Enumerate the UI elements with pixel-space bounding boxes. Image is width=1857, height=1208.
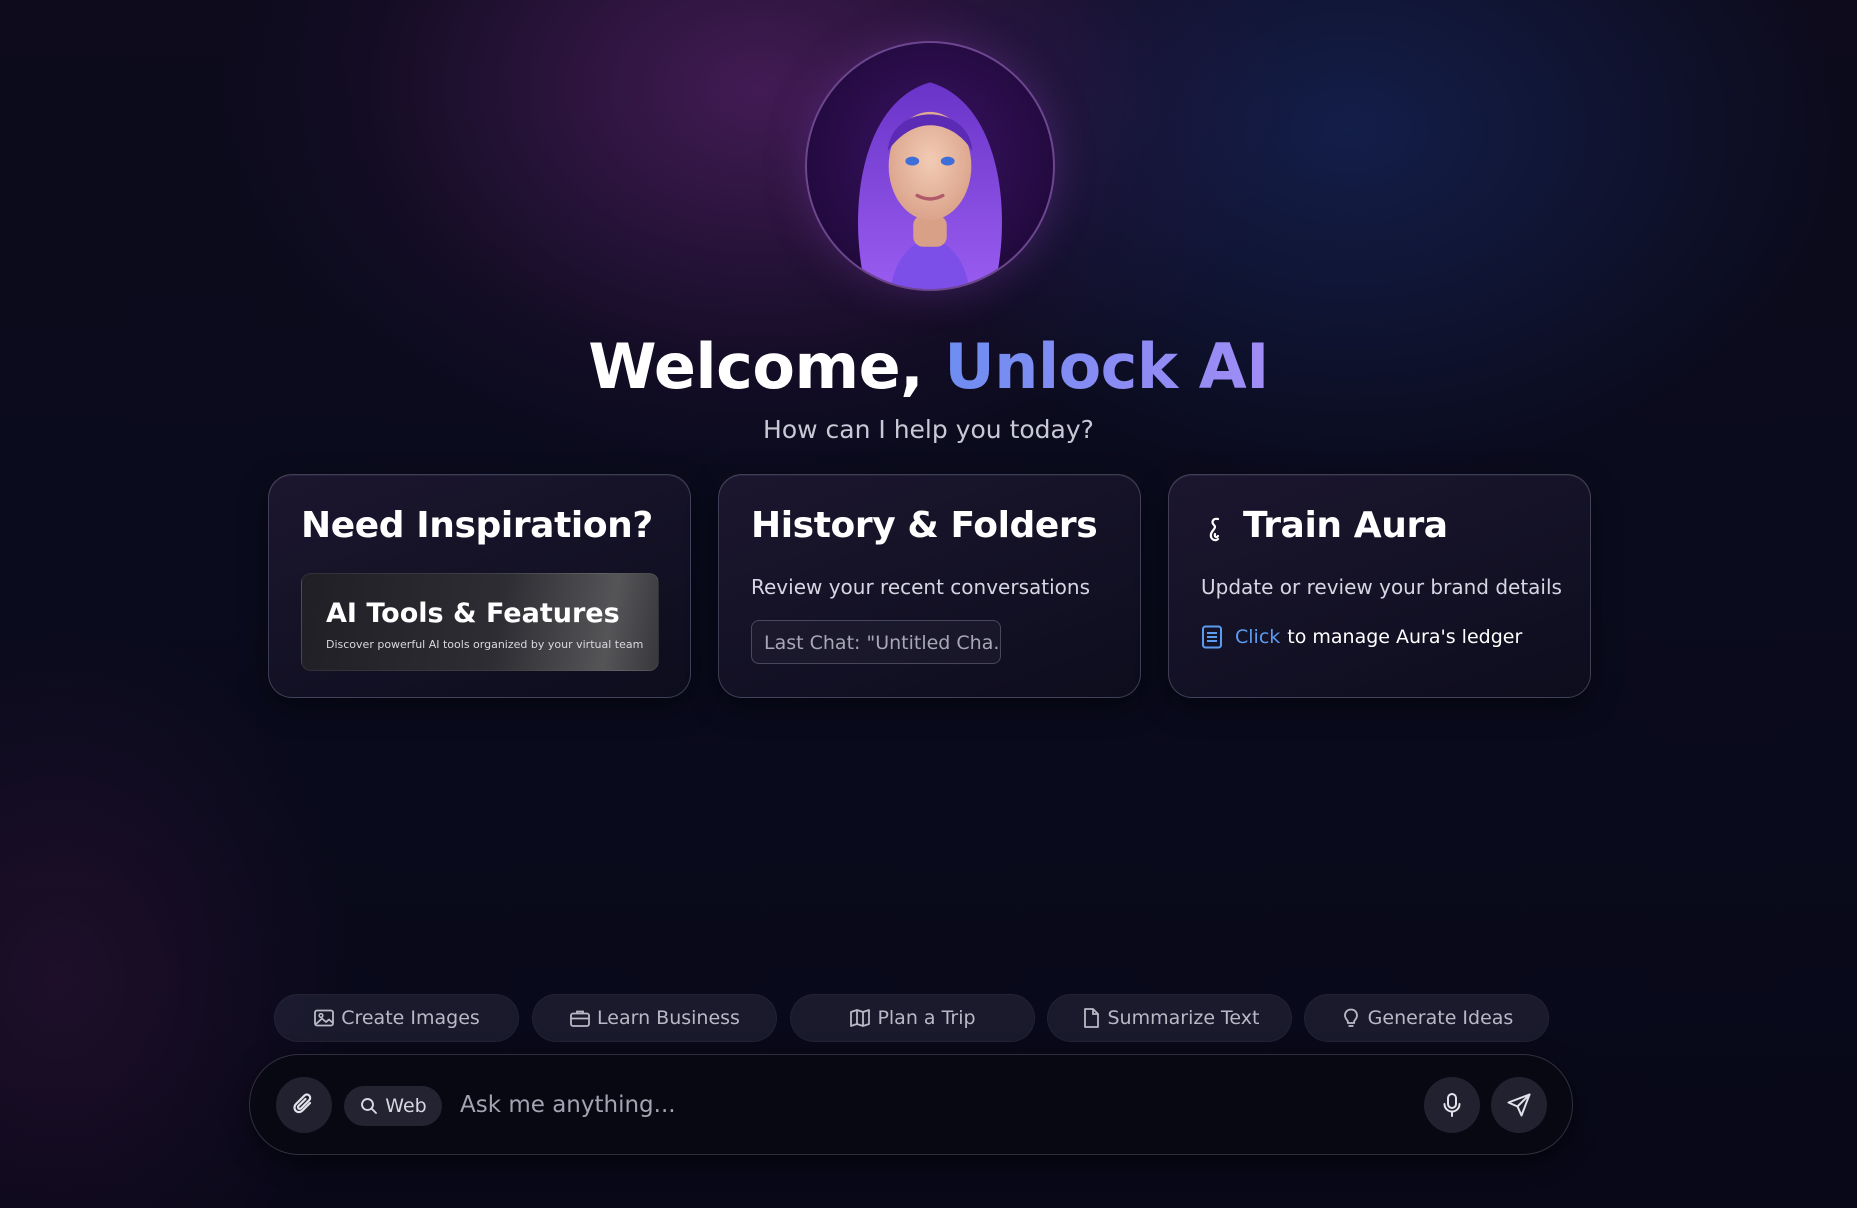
- chat-input[interactable]: [460, 1083, 1400, 1127]
- summarize-text-chip[interactable]: Summarize Text: [1047, 994, 1292, 1042]
- welcome-text: Welcome,: [588, 330, 924, 403]
- seahorse-icon: [1209, 517, 1220, 542]
- generate-ideas-label: Generate Ideas: [1367, 1007, 1514, 1029]
- search-icon: [361, 1098, 378, 1114]
- welcome-heading: Welcome, Unlock AI: [0, 330, 1857, 403]
- history-title: History & Folders: [751, 505, 1098, 546]
- ledger-link-text: to manage Aura's ledger: [1287, 626, 1523, 648]
- learn-business-label: Learn Business: [597, 1007, 740, 1029]
- map-icon: [850, 1009, 871, 1027]
- create-images-label: Create Images: [341, 1007, 480, 1029]
- document-icon: [1083, 1008, 1099, 1028]
- chat-input-bar: Web: [249, 1054, 1573, 1155]
- manage-ledger-link[interactable]: Click to manage Aura's ledger: [1201, 622, 1522, 652]
- microphone-icon: [1443, 1093, 1461, 1117]
- ai-tools-subtitle: Discover powerful AI tools organized by …: [326, 638, 644, 651]
- send-icon: [1507, 1093, 1531, 1117]
- briefcase-icon: [570, 1010, 590, 1027]
- summarize-text-label: Summarize Text: [1107, 1007, 1260, 1029]
- last-chat-button[interactable]: Last Chat: "Untitled Cha...: [751, 620, 1001, 664]
- welcome-subtitle: How can I help you today?: [763, 415, 1094, 444]
- ai-tools-button[interactable]: AI Tools & Features Discover powerful AI…: [301, 573, 659, 671]
- ledger-icon: [1202, 625, 1222, 649]
- send-button[interactable]: [1491, 1077, 1547, 1133]
- plan-trip-label: Plan a Trip: [877, 1007, 976, 1029]
- brand-name: Unlock AI: [944, 330, 1269, 403]
- avatar-portrait: [858, 82, 1002, 289]
- create-images-chip[interactable]: Create Images: [274, 994, 519, 1042]
- history-card[interactable]: History & Folders Review your recent con…: [718, 474, 1141, 698]
- voice-input-button[interactable]: [1424, 1077, 1480, 1133]
- attach-button[interactable]: [276, 1077, 332, 1133]
- generate-ideas-chip[interactable]: Generate Ideas: [1304, 994, 1549, 1042]
- click-link[interactable]: Click: [1235, 626, 1280, 648]
- history-description: Review your recent conversations: [751, 575, 1090, 599]
- learn-business-chip[interactable]: Learn Business: [532, 994, 777, 1042]
- web-label: Web: [385, 1095, 427, 1117]
- inspiration-card: Need Inspiration? AI Tools & Features Di…: [268, 474, 691, 698]
- paperclip-icon: [293, 1093, 312, 1114]
- web-search-toggle[interactable]: Web: [344, 1086, 442, 1126]
- image-icon: [314, 1009, 335, 1027]
- train-aura-card: Train Aura Update or review your brand d…: [1168, 474, 1591, 698]
- lightbulb-icon: [1343, 1008, 1358, 1027]
- train-aura-title: Train Aura: [1243, 505, 1448, 546]
- ai-tools-title: AI Tools & Features: [326, 598, 620, 629]
- plan-trip-chip[interactable]: Plan a Trip: [790, 994, 1035, 1042]
- train-aura-description: Update or review your brand details: [1201, 575, 1562, 599]
- assistant-avatar: [805, 41, 1055, 291]
- inspiration-title: Need Inspiration?: [301, 505, 653, 546]
